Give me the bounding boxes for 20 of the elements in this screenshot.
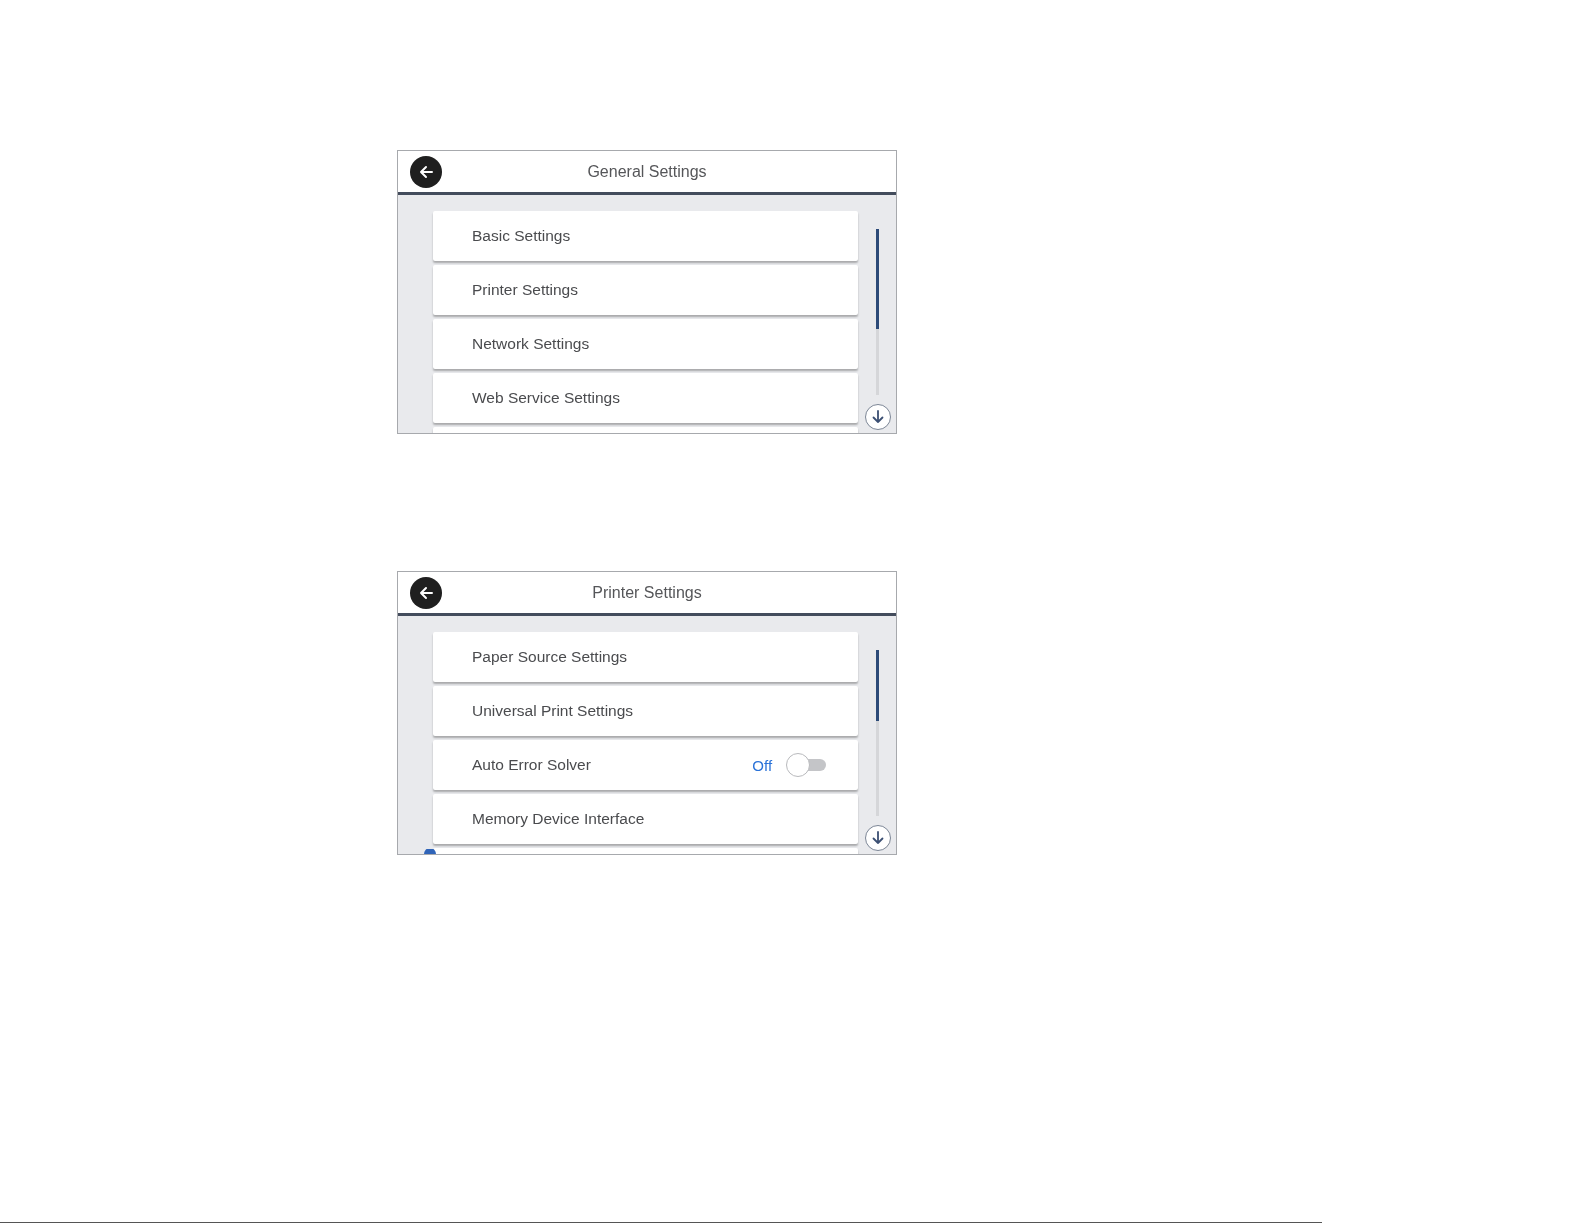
toggle-label: Auto Error Solver (472, 756, 592, 774)
toggle-switch[interactable] (786, 753, 827, 777)
back-arrow-icon (418, 585, 434, 601)
back-button[interactable] (410, 156, 442, 188)
menu-item[interactable]: Basic Settings (433, 211, 859, 261)
scroll-down-button[interactable] (865, 825, 892, 851)
menu-item[interactable]: Paper Source Settings (433, 632, 859, 682)
scroll-down-button[interactable] (865, 404, 892, 430)
menu-item[interactable]: Universal Print Settings (433, 686, 859, 736)
menu-item[interactable]: Network Settings (433, 319, 859, 369)
menu-item[interactable]: Memory Device Interface (433, 794, 859, 844)
menu-item[interactable]: Printer Settings (433, 265, 859, 315)
menu-item[interactable]: Web Service Settings (433, 373, 859, 423)
panel-title: General Settings (587, 162, 707, 181)
toggle-value: Off (752, 756, 773, 774)
back-arrow-icon (418, 164, 434, 180)
panel-title: Printer Settings (592, 583, 702, 602)
back-button[interactable] (410, 577, 442, 609)
down-arrow-icon (871, 410, 886, 424)
down-arrow-icon (871, 831, 886, 845)
